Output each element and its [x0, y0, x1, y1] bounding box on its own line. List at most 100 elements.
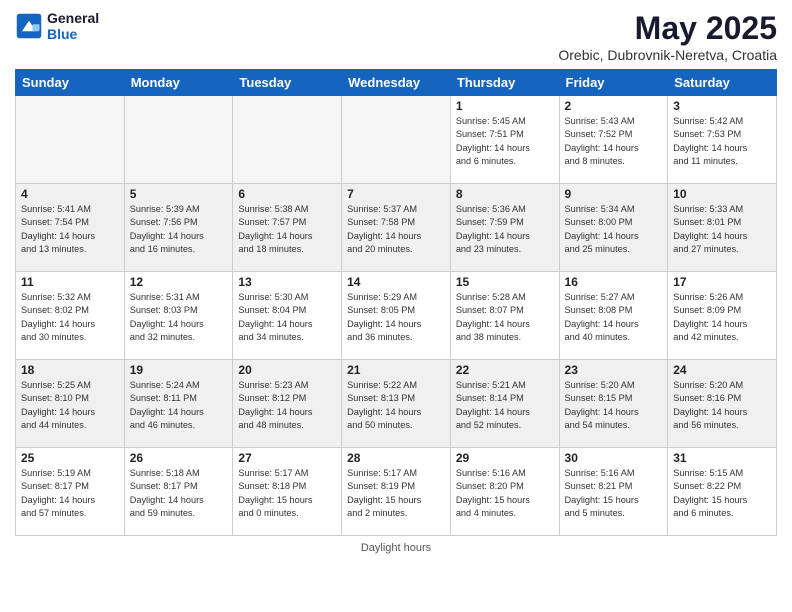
day-info: Sunrise: 5:17 AM Sunset: 8:18 PM Dayligh…	[238, 467, 336, 520]
col-header-sunday: Sunday	[16, 70, 125, 96]
day-info: Sunrise: 5:37 AM Sunset: 7:58 PM Dayligh…	[347, 203, 445, 256]
day-number: 31	[673, 451, 771, 465]
day-number: 29	[456, 451, 554, 465]
day-number: 19	[130, 363, 228, 377]
day-info: Sunrise: 5:16 AM Sunset: 8:20 PM Dayligh…	[456, 467, 554, 520]
calendar-day: 21 Sunrise: 5:22 AM Sunset: 8:13 PM Dayli…	[342, 360, 451, 448]
month-title: May 2025	[558, 10, 777, 47]
day-info: Sunrise: 5:21 AM Sunset: 8:14 PM Dayligh…	[456, 379, 554, 432]
calendar-day: 24 Sunrise: 5:20 AM Sunset: 8:16 PM Dayli…	[668, 360, 777, 448]
day-info: Sunrise: 5:33 AM Sunset: 8:01 PM Dayligh…	[673, 203, 771, 256]
day-info: Sunrise: 5:39 AM Sunset: 7:56 PM Dayligh…	[130, 203, 228, 256]
calendar-day: 9 Sunrise: 5:34 AM Sunset: 8:00 PM Daylig…	[559, 184, 668, 272]
day-number: 20	[238, 363, 336, 377]
calendar-day: 17Sunrise: 5:26 AM Sunset: 8:09 PM Dayli…	[668, 272, 777, 360]
day-info: Sunrise: 5:45 AM Sunset: 7:51 PM Dayligh…	[456, 115, 554, 168]
day-info: Sunrise: 5:22 AM Sunset: 8:13 PM Dayligh…	[347, 379, 445, 432]
col-header-wednesday: Wednesday	[342, 70, 451, 96]
calendar-day: 3Sunrise: 5:42 AM Sunset: 7:53 PM Daylig…	[668, 96, 777, 184]
day-number: 24	[673, 363, 771, 377]
day-info: Sunrise: 5:17 AM Sunset: 8:19 PM Dayligh…	[347, 467, 445, 520]
title-block: May 2025 Orebic, Dubrovnik-Neretva, Croa…	[558, 10, 777, 63]
col-header-tuesday: Tuesday	[233, 70, 342, 96]
logo: General Blue	[15, 10, 99, 42]
day-info: Sunrise: 5:43 AM Sunset: 7:52 PM Dayligh…	[565, 115, 663, 168]
footer: Daylight hours	[15, 542, 777, 554]
day-number: 27	[238, 451, 336, 465]
day-info: Sunrise: 5:20 AM Sunset: 8:16 PM Dayligh…	[673, 379, 771, 432]
calendar-day	[233, 96, 342, 184]
col-header-saturday: Saturday	[668, 70, 777, 96]
calendar-day: 23 Sunrise: 5:20 AM Sunset: 8:15 PM Dayli…	[559, 360, 668, 448]
day-number: 5	[130, 187, 228, 201]
calendar-week-row: 1 Sunrise: 5:45 AM Sunset: 7:51 PM Daylig…	[16, 96, 777, 184]
day-info: Sunrise: 5:41 AM Sunset: 7:54 PM Dayligh…	[21, 203, 119, 256]
calendar-day: 15Sunrise: 5:28 AM Sunset: 8:07 PM Dayli…	[450, 272, 559, 360]
calendar-day: 12Sunrise: 5:31 AM Sunset: 8:03 PM Dayli…	[124, 272, 233, 360]
calendar-day: 2Sunrise: 5:43 AM Sunset: 7:52 PM Daylig…	[559, 96, 668, 184]
calendar-day: 11 Sunrise: 5:32 AM Sunset: 8:02 PM Dayli…	[16, 272, 125, 360]
calendar-day	[16, 96, 125, 184]
day-info: Sunrise: 5:16 AM Sunset: 8:21 PM Dayligh…	[565, 467, 663, 520]
day-info: Sunrise: 5:19 AM Sunset: 8:17 PM Dayligh…	[21, 467, 119, 520]
calendar-day: 18 Sunrise: 5:25 AM Sunset: 8:10 PM Dayli…	[16, 360, 125, 448]
calendar-day: 27 Sunrise: 5:17 AM Sunset: 8:18 PM Dayli…	[233, 448, 342, 536]
daylight-label: Daylight hours	[361, 542, 431, 554]
location: Orebic, Dubrovnik-Neretva, Croatia	[558, 47, 777, 63]
calendar-day: 26 Sunrise: 5:18 AM Sunset: 8:17 PM Dayli…	[124, 448, 233, 536]
calendar-table: SundayMondayTuesdayWednesdayThursdayFrid…	[15, 69, 777, 536]
calendar-day: 20Sunrise: 5:23 AM Sunset: 8:12 PM Dayli…	[233, 360, 342, 448]
calendar-day	[342, 96, 451, 184]
day-info: Sunrise: 5:34 AM Sunset: 8:00 PM Dayligh…	[565, 203, 663, 256]
day-number: 25	[21, 451, 119, 465]
calendar-day: 19 Sunrise: 5:24 AM Sunset: 8:11 PM Dayli…	[124, 360, 233, 448]
day-info: Sunrise: 5:26 AM Sunset: 8:09 PM Dayligh…	[673, 291, 771, 344]
calendar-page: General Blue May 2025 Orebic, Dubrovnik-…	[0, 0, 792, 612]
calendar-day: 30 Sunrise: 5:16 AM Sunset: 8:21 PM Dayli…	[559, 448, 668, 536]
day-number: 9	[565, 187, 663, 201]
day-info: Sunrise: 5:18 AM Sunset: 8:17 PM Dayligh…	[130, 467, 228, 520]
calendar-day: 10 Sunrise: 5:33 AM Sunset: 8:01 PM Dayli…	[668, 184, 777, 272]
calendar-header-row: SundayMondayTuesdayWednesdayThursdayFrid…	[16, 70, 777, 96]
calendar-day: 7 Sunrise: 5:37 AM Sunset: 7:58 PM Daylig…	[342, 184, 451, 272]
calendar-week-row: 25 Sunrise: 5:19 AM Sunset: 8:17 PM Dayli…	[16, 448, 777, 536]
day-number: 10	[673, 187, 771, 201]
calendar-day: 13Sunrise: 5:30 AM Sunset: 8:04 PM Dayli…	[233, 272, 342, 360]
logo-text: General Blue	[47, 10, 99, 42]
day-info: Sunrise: 5:31 AM Sunset: 8:03 PM Dayligh…	[130, 291, 228, 344]
day-number: 22	[456, 363, 554, 377]
day-number: 4	[21, 187, 119, 201]
day-info: Sunrise: 5:24 AM Sunset: 8:11 PM Dayligh…	[130, 379, 228, 432]
day-info: Sunrise: 5:15 AM Sunset: 8:22 PM Dayligh…	[673, 467, 771, 520]
calendar-day: 8Sunrise: 5:36 AM Sunset: 7:59 PM Daylig…	[450, 184, 559, 272]
day-number: 26	[130, 451, 228, 465]
col-header-friday: Friday	[559, 70, 668, 96]
calendar-day: 16Sunrise: 5:27 AM Sunset: 8:08 PM Dayli…	[559, 272, 668, 360]
day-number: 3	[673, 99, 771, 113]
day-info: Sunrise: 5:36 AM Sunset: 7:59 PM Dayligh…	[456, 203, 554, 256]
day-number: 21	[347, 363, 445, 377]
calendar-day: 22 Sunrise: 5:21 AM Sunset: 8:14 PM Dayli…	[450, 360, 559, 448]
header: General Blue May 2025 Orebic, Dubrovnik-…	[15, 10, 777, 63]
day-info: Sunrise: 5:20 AM Sunset: 8:15 PM Dayligh…	[565, 379, 663, 432]
day-number: 6	[238, 187, 336, 201]
day-info: Sunrise: 5:32 AM Sunset: 8:02 PM Dayligh…	[21, 291, 119, 344]
day-number: 18	[21, 363, 119, 377]
logo-icon	[15, 12, 43, 40]
day-info: Sunrise: 5:29 AM Sunset: 8:05 PM Dayligh…	[347, 291, 445, 344]
day-info: Sunrise: 5:28 AM Sunset: 8:07 PM Dayligh…	[456, 291, 554, 344]
day-number: 1	[456, 99, 554, 113]
day-number: 28	[347, 451, 445, 465]
calendar-day: 25 Sunrise: 5:19 AM Sunset: 8:17 PM Dayli…	[16, 448, 125, 536]
calendar-day: 31 Sunrise: 5:15 AM Sunset: 8:22 PM Dayli…	[668, 448, 777, 536]
day-number: 30	[565, 451, 663, 465]
calendar-day: 14Sunrise: 5:29 AM Sunset: 8:05 PM Dayli…	[342, 272, 451, 360]
day-info: Sunrise: 5:25 AM Sunset: 8:10 PM Dayligh…	[21, 379, 119, 432]
logo-general-text: General	[47, 10, 99, 26]
day-number: 7	[347, 187, 445, 201]
calendar-day: 4 Sunrise: 5:41 AM Sunset: 7:54 PM Daylig…	[16, 184, 125, 272]
day-number: 16	[565, 275, 663, 289]
day-number: 11	[21, 275, 119, 289]
calendar-week-row: 4 Sunrise: 5:41 AM Sunset: 7:54 PM Daylig…	[16, 184, 777, 272]
day-number: 23	[565, 363, 663, 377]
